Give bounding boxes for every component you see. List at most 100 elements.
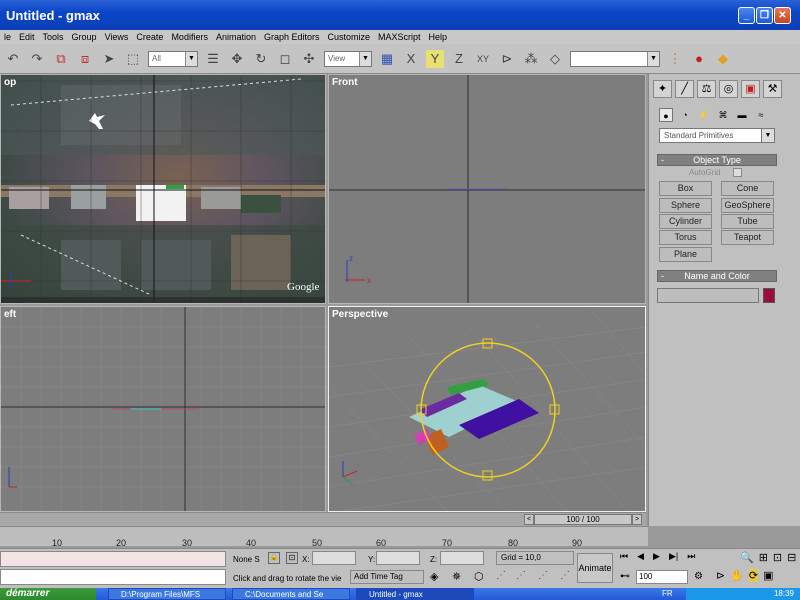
geometry-icon[interactable]: ●	[659, 108, 673, 122]
modify-tab-icon[interactable]: ╱	[675, 80, 694, 98]
adaptive-degradation-icon[interactable]: ⋰	[560, 570, 570, 581]
y-coordinate-field[interactable]	[376, 551, 420, 565]
menu-customize[interactable]: Customize	[324, 30, 375, 44]
menu-graph-editors[interactable]: Graph Editors	[260, 30, 324, 44]
motion-tab-icon[interactable]: ◎	[719, 80, 738, 98]
unlink-icon[interactable]: ⧈	[76, 50, 94, 68]
create-tab-icon[interactable]: ✦	[653, 80, 672, 98]
viewport-left[interactable]: eft	[0, 306, 326, 512]
select-by-name-icon[interactable]: ☰	[204, 50, 222, 68]
current-frame-field[interactable]: 100	[636, 570, 688, 584]
name-color-rollout-header[interactable]: - Name and Color	[657, 270, 777, 282]
animate-button[interactable]: Animate	[577, 553, 613, 583]
region-select-icon[interactable]: ⬚	[124, 50, 142, 68]
box-button[interactable]: Box	[659, 181, 712, 196]
fov-icon[interactable]: ⊳	[716, 569, 725, 582]
time-config-icon[interactable]: ⚙	[694, 571, 703, 582]
time-prev-arrow-icon[interactable]: <	[524, 514, 534, 525]
torus-button[interactable]: Torus	[659, 230, 712, 245]
snap-toggle-icon[interactable]: ◈	[430, 570, 438, 583]
menu-animation[interactable]: Animation	[212, 30, 260, 44]
object-color-swatch[interactable]	[763, 288, 775, 303]
link-icon[interactable]: ⧉	[52, 50, 70, 68]
pivot-icon[interactable]: ✣	[300, 50, 318, 68]
restrict-xy-icon[interactable]: XY	[474, 50, 492, 68]
menu-views[interactable]: Views	[101, 30, 133, 44]
arc-rotate-icon[interactable]: ⟳	[748, 569, 759, 582]
next-frame-icon[interactable]: ▶|	[669, 551, 678, 565]
menu-maxscript[interactable]: MAXScript	[374, 30, 425, 44]
shapes-icon[interactable]: ◔	[678, 108, 692, 122]
taskbar-item-gmax[interactable]: Untitled - gmax	[356, 588, 474, 600]
schematic-icon[interactable]: ⋮	[666, 50, 684, 68]
goto-start-icon[interactable]: ⏮	[620, 551, 628, 565]
tube-button[interactable]: Tube	[721, 214, 774, 229]
add-time-tag-button[interactable]: Add Time Tag	[350, 570, 424, 584]
restrict-y-icon[interactable]: Y	[426, 49, 444, 68]
hierarchy-tab-icon[interactable]: ⚖	[697, 80, 716, 98]
teapot-button[interactable]: Teapot	[721, 230, 774, 245]
maxscript-input[interactable]	[0, 569, 226, 585]
redo-icon[interactable]: ↷	[28, 50, 46, 68]
object-type-rollout-header[interactable]: - Object Type	[657, 154, 777, 166]
menu-help[interactable]: Help	[425, 30, 452, 44]
close-button[interactable]: ✕	[774, 7, 791, 24]
pan-icon[interactable]: ✋	[730, 569, 744, 582]
array-icon[interactable]: ⁂	[522, 50, 540, 68]
maxscript-listener-mini[interactable]	[0, 551, 226, 567]
time-slider-track[interactable]: < 100 / 100 >	[0, 512, 646, 526]
autogrid-toggle[interactable]: AutoGrid	[689, 168, 742, 178]
previous-frame-icon[interactable]: ◀	[637, 551, 644, 565]
time-next-arrow-icon[interactable]: >	[632, 514, 642, 525]
menu-file[interactable]: le	[0, 30, 15, 44]
spinner-snap-icon[interactable]: ⋰	[496, 570, 506, 581]
render-icon[interactable]: ◆	[714, 50, 732, 68]
utilities-tab-icon[interactable]: ⚒	[763, 80, 782, 98]
start-button[interactable]: démarrer	[0, 588, 96, 600]
scale-icon[interactable]: ◻	[276, 50, 294, 68]
taskbar-item-explorer[interactable]: D:\Program Files\MFS	[108, 588, 226, 600]
helpers-icon[interactable]: ▬	[735, 108, 749, 122]
crossing-icon[interactable]: ⋰	[538, 570, 548, 581]
mirror-icon[interactable]: ⊳	[498, 50, 516, 68]
absolute-mode-icon[interactable]: ⊡	[286, 552, 298, 564]
select-arrow-icon[interactable]: ➤	[100, 50, 118, 68]
cameras-icon[interactable]: ⌘	[716, 108, 730, 122]
undo-icon[interactable]: ↶	[4, 50, 22, 68]
autogrid-checkbox[interactable]	[732, 168, 742, 178]
goto-end-icon[interactable]: ⏭	[687, 551, 695, 565]
maximize-button[interactable]: ❐	[756, 7, 773, 24]
use-center-icon[interactable]: ▦	[378, 50, 396, 68]
percent-snap-icon[interactable]: ⬡	[474, 570, 484, 583]
restrict-x-icon[interactable]: X	[402, 50, 420, 68]
time-slider-thumb[interactable]: 100 / 100	[534, 514, 632, 525]
move-icon[interactable]: ✥	[228, 50, 246, 68]
language-indicator[interactable]: FR	[662, 588, 673, 600]
maximize-viewport-icon[interactable]: ▣	[763, 569, 773, 582]
cylinder-button[interactable]: Cylinder	[659, 214, 712, 229]
geosphere-button[interactable]: GeoSphere	[721, 198, 774, 213]
taskbar-item-documents[interactable]: C:\Documents and Se	[232, 588, 350, 600]
menu-group[interactable]: Group	[68, 30, 101, 44]
menu-modifiers[interactable]: Modifiers	[167, 30, 212, 44]
space-warps-icon[interactable]: ≈	[754, 108, 768, 122]
sphere-button[interactable]: Sphere	[659, 198, 712, 213]
lights-icon[interactable]: ⚡	[697, 108, 711, 122]
menu-tools[interactable]: Tools	[39, 30, 68, 44]
display-tab-icon[interactable]: ▣	[741, 80, 760, 98]
cone-button[interactable]: Cone	[721, 181, 774, 196]
key-mode-icon[interactable]: ⊷	[620, 571, 630, 582]
menu-edit[interactable]: Edit	[15, 30, 39, 44]
z-coordinate-field[interactable]	[440, 551, 484, 565]
material-editor-icon[interactable]: ●	[690, 50, 708, 68]
viewport-top[interactable]: op Google	[0, 74, 326, 304]
menu-create[interactable]: Create	[132, 30, 167, 44]
rotate-icon[interactable]: ↻	[252, 50, 270, 68]
object-name-field[interactable]	[657, 288, 759, 303]
minimize-button[interactable]: _	[738, 7, 755, 24]
angle-snap-icon[interactable]: ✵	[452, 570, 461, 583]
zoom-all-icon[interactable]: ⊞	[759, 551, 768, 564]
align-icon[interactable]: ◇	[546, 50, 564, 68]
viewport-perspective[interactable]: Perspective	[328, 306, 646, 512]
named-selection-dropdown[interactable]: ▼	[570, 50, 660, 67]
